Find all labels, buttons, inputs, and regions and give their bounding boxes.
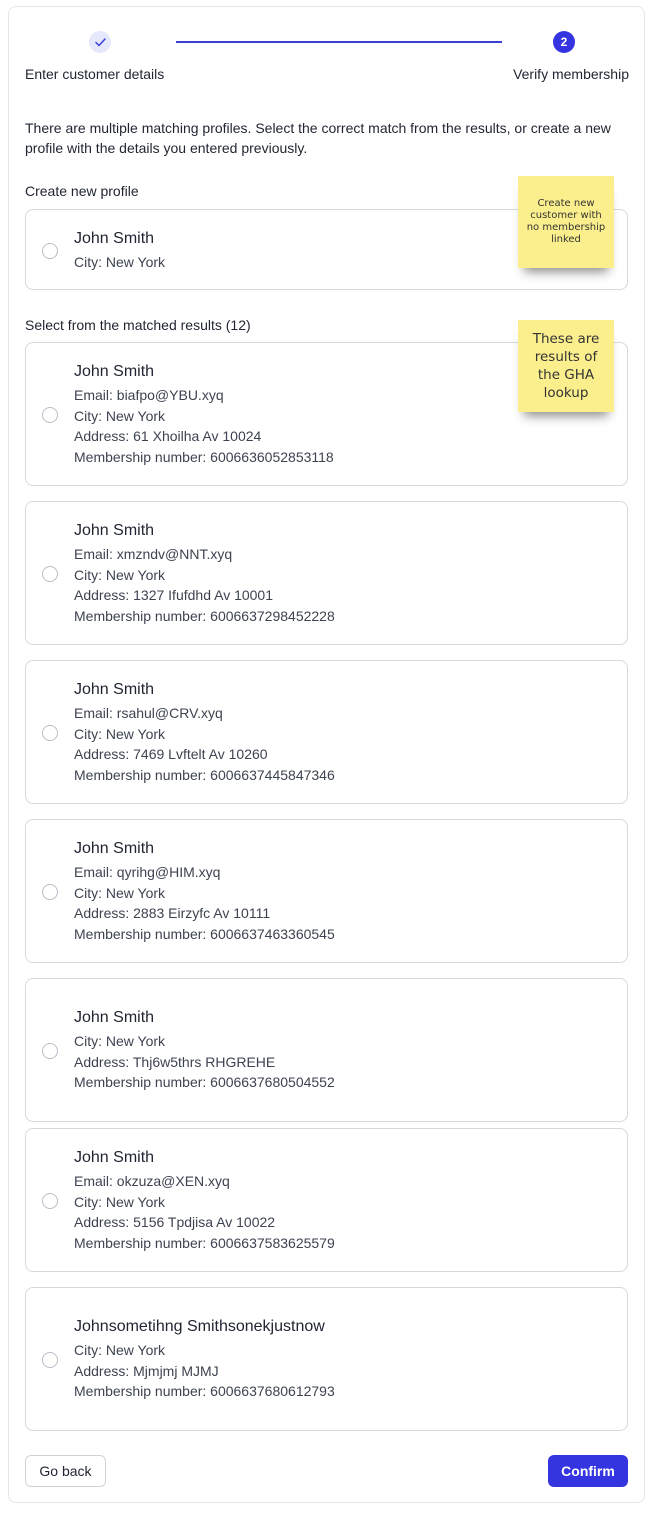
sticky-note-gha-lookup: These are results of the GHA lookup [518,320,614,412]
profile-city: City: New York [74,725,166,742]
profile-membership-number: Membership number: 6006637680504552 [74,1074,335,1090]
profile-city: City: New York [74,566,166,583]
profile-details: John Smith Email: okzuza@XEN.xyq City: N… [74,1148,335,1253]
profile-name: John Smith [74,522,155,539]
radio-button[interactable] [42,725,58,741]
profile-city: City: New York [74,254,166,270]
matched-result-card[interactable]: John Smith Email: qyrihg@HIM.xyq City: N… [25,819,628,963]
profile-name: John Smith [74,363,155,380]
step-2-indicator: 2 [553,31,575,53]
confirm-button[interactable]: Confirm [548,1455,628,1487]
matched-result-card[interactable]: John Smith Email: okzuza@XEN.xyq City: N… [25,1128,628,1272]
profile-city: City: New York [74,884,166,901]
profile-name: John Smith [74,1149,155,1166]
profile-name: John Smith [74,1009,155,1026]
profile-address: Address: 1327 Ifufdhd Av 10001 [74,587,274,603]
profile-membership-number: Membership number: 6006637298452228 [74,607,335,624]
matched-result-card[interactable]: John Smith City: New York Address: Thj6w… [25,978,628,1122]
profile-name: Johnsometihng Smithsonekjustnow [74,1318,325,1335]
profile-name: John Smith [74,840,155,857]
matched-result-card[interactable]: John Smith Email: rsahul@CRV.xyq City: N… [25,660,628,804]
profile-email: Email: okzuza@XEN.xyq [74,1173,230,1189]
profile-address: Address: Mjmjmj MJMJ [74,1362,219,1379]
profile-city: City: New York [74,1193,166,1210]
radio-button[interactable] [42,884,58,900]
radio-button[interactable] [42,566,58,582]
profile-address: Address: 7469 Lvftelt Av 10260 [74,746,268,762]
profile-membership-number: Membership number: 6006637445847346 [74,766,335,783]
matched-results-heading: Select from the matched results (12) [25,317,251,333]
sticky-note-create-profile: Create new customer with no membership l… [518,176,614,268]
profile-membership-number: Membership number: 6006637583625579 [74,1234,335,1251]
profile-details: John Smith Email: biafpo@YBU.xyq City: N… [74,362,334,467]
profile-name: John Smith [74,681,155,698]
profile-email: Email: biafpo@YBU.xyq [74,387,224,403]
profile-email: Email: rsahul@CRV.xyq [74,705,223,721]
profile-address: Address: 61 Xhoilha Av 10024 [74,428,262,444]
create-profile-heading: Create new profile [25,183,139,199]
profile-city: City: New York [74,1342,166,1358]
profile-city: City: New York [74,1033,166,1049]
instructions-text: There are multiple matching profiles. Se… [25,120,611,156]
profile-email: Email: qyrihg@HIM.xyq [74,864,221,880]
profile-address: Address: Thj6w5thrs RHGREHE [74,1053,276,1070]
profile-name: John Smith [74,230,155,247]
profile-city: City: New York [74,407,166,424]
matched-result-card[interactable]: Johnsometihng Smithsonekjustnow City: Ne… [25,1287,628,1431]
radio-button[interactable] [42,1043,58,1059]
profile-details: John Smith Email: rsahul@CRV.xyq City: N… [74,680,335,785]
step-1-complete [89,31,111,53]
stepper-progress-line [176,41,502,43]
profile-details: Johnsometihng Smithsonekjustnow City: Ne… [74,1317,335,1402]
go-back-button[interactable]: Go back [25,1455,106,1487]
radio-button[interactable] [42,1352,58,1368]
matched-result-card[interactable]: John Smith Email: xmzndv@NNT.xyq City: N… [25,501,628,645]
radio-button[interactable] [42,1193,58,1209]
radio-button[interactable] [42,407,58,423]
profile-membership-number: Membership number: 6006636052853118 [74,448,334,465]
step-2-label: Verify membership [513,66,629,82]
profile-details: John Smith Email: qyrihg@HIM.xyq City: N… [74,839,335,944]
profile-details: John Smith Email: xmzndv@NNT.xyq City: N… [74,521,335,626]
profile-address: Address: 2883 Eirzyfc Av 10111 [74,905,271,921]
profile-membership-number: Membership number: 6006637463360545 [74,925,335,942]
profile-details: John Smith City: New York [74,229,165,273]
profile-address: Address: 5156 Tpdjisa Av 10022 [74,1214,276,1230]
radio-button[interactable] [42,243,58,259]
profile-details: John Smith City: New York Address: Thj6w… [74,1008,335,1093]
profile-membership-number: Membership number: 6006637680612793 [74,1383,335,1399]
step-1-label: Enter customer details [25,66,165,82]
checkmark-icon [94,37,106,46]
profile-email: Email: xmzndv@NNT.xyq [74,546,233,562]
